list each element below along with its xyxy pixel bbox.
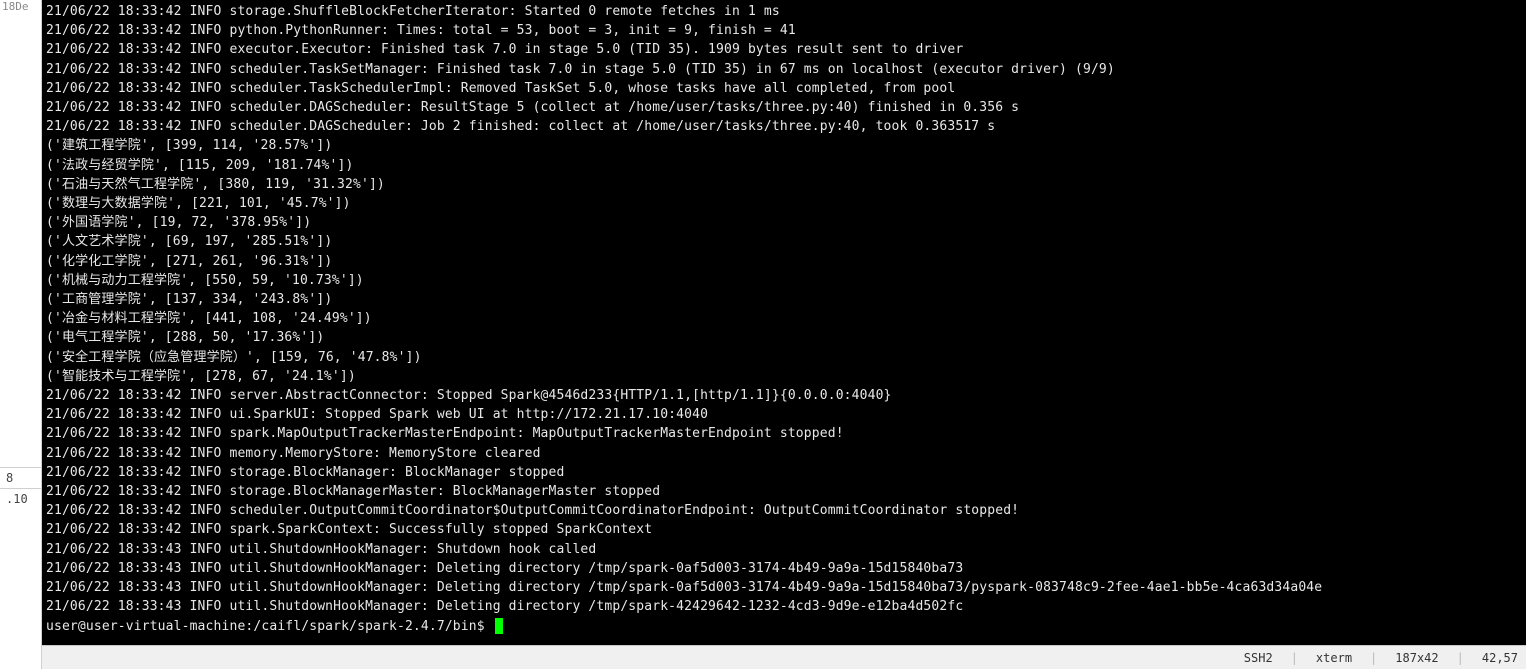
status-protocol: SSH2 [1244,651,1273,665]
status-size: 187x42 [1395,651,1438,665]
terminal-line: 21/06/22 18:33:42 INFO spark.MapOutputTr… [46,424,1522,443]
status-bar: SSH2 | xterm | 187x42 | 42,57 [42,645,1526,669]
status-separator: | [1457,651,1464,665]
gutter-cell: 8 [0,467,41,488]
terminal-line: 21/06/22 18:33:43 INFO util.ShutdownHook… [46,578,1522,597]
terminal-line: 21/06/22 18:33:42 INFO scheduler.TaskSch… [46,79,1522,98]
terminal-prompt-line[interactable]: user@user-virtual-machine:/caifl/spark/s… [46,617,1522,636]
terminal-line: 21/06/22 18:33:43 INFO util.ShutdownHook… [46,597,1522,616]
terminal-output[interactable]: 21/06/22 18:33:42 INFO storage.ShuffleBl… [42,0,1526,645]
terminal-line: ('电气工程学院', [288, 50, '17.36%']) [46,328,1522,347]
terminal-line: 21/06/22 18:33:42 INFO python.PythonRunn… [46,21,1522,40]
gutter-cell: .10 [0,488,41,509]
terminal-line: 21/06/22 18:33:42 INFO storage.BlockMana… [46,482,1522,501]
terminal-line: ('外国语学院', [19, 72, '378.95%']) [46,213,1522,232]
terminal-prompt: user@user-virtual-machine:/caifl/spark/s… [46,619,493,634]
status-separator: | [1370,651,1377,665]
terminal-line: 21/06/22 18:33:42 INFO storage.BlockMana… [46,463,1522,482]
terminal-line: ('石油与天然气工程学院', [380, 119, '31.32%']) [46,175,1522,194]
terminal-line: 21/06/22 18:33:42 INFO scheduler.DAGSche… [46,117,1522,136]
terminal-line: ('法政与经贸学院', [115, 209, '181.74%']) [46,156,1522,175]
terminal-line: 21/06/22 18:33:42 INFO executor.Executor… [46,40,1522,59]
left-gutter: 18De 8 .10 [0,0,42,669]
terminal-line: ('化学化工学院', [271, 261, '96.31%']) [46,252,1522,271]
terminal-line: 21/06/22 18:33:43 INFO util.ShutdownHook… [46,540,1522,559]
terminal-line: ('冶金与材料工程学院', [441, 108, '24.49%']) [46,309,1522,328]
cursor-icon [495,618,503,634]
terminal-panel[interactable]: 21/06/22 18:33:42 INFO storage.ShuffleBl… [42,0,1526,669]
terminal-line: 21/06/22 18:33:42 INFO spark.SparkContex… [46,520,1522,539]
terminal-line: ('建筑工程学院', [399, 114, '28.57%']) [46,136,1522,155]
terminal-line: 21/06/22 18:33:42 INFO ui.SparkUI: Stopp… [46,405,1522,424]
terminal-line: ('工商管理学院', [137, 334, '243.8%']) [46,290,1522,309]
terminal-line: ('安全工程学院（应急管理学院）', [159, 76, '47.8%']) [46,348,1522,367]
status-separator: | [1291,651,1298,665]
gutter-partial-text: 18De [0,0,41,13]
terminal-line: 21/06/22 18:33:43 INFO util.ShutdownHook… [46,559,1522,578]
terminal-line: 21/06/22 18:33:42 INFO scheduler.DAGSche… [46,98,1522,117]
status-termtype: xterm [1316,651,1352,665]
terminal-line: ('智能技术与工程学院', [278, 67, '24.1%']) [46,367,1522,386]
terminal-line: 21/06/22 18:33:42 INFO scheduler.TaskSet… [46,60,1522,79]
terminal-line: 21/06/22 18:33:42 INFO storage.ShuffleBl… [46,2,1522,21]
terminal-line: 21/06/22 18:33:42 INFO server.AbstractCo… [46,386,1522,405]
status-cursor-pos: 42,57 [1482,651,1518,665]
terminal-line: 21/06/22 18:33:42 INFO scheduler.OutputC… [46,501,1522,520]
terminal-line: ('数理与大数据学院', [221, 101, '45.7%']) [46,194,1522,213]
terminal-line: 21/06/22 18:33:42 INFO memory.MemoryStor… [46,444,1522,463]
terminal-line: ('机械与动力工程学院', [550, 59, '10.73%']) [46,271,1522,290]
terminal-line: ('人文艺术学院', [69, 197, '285.51%']) [46,232,1522,251]
